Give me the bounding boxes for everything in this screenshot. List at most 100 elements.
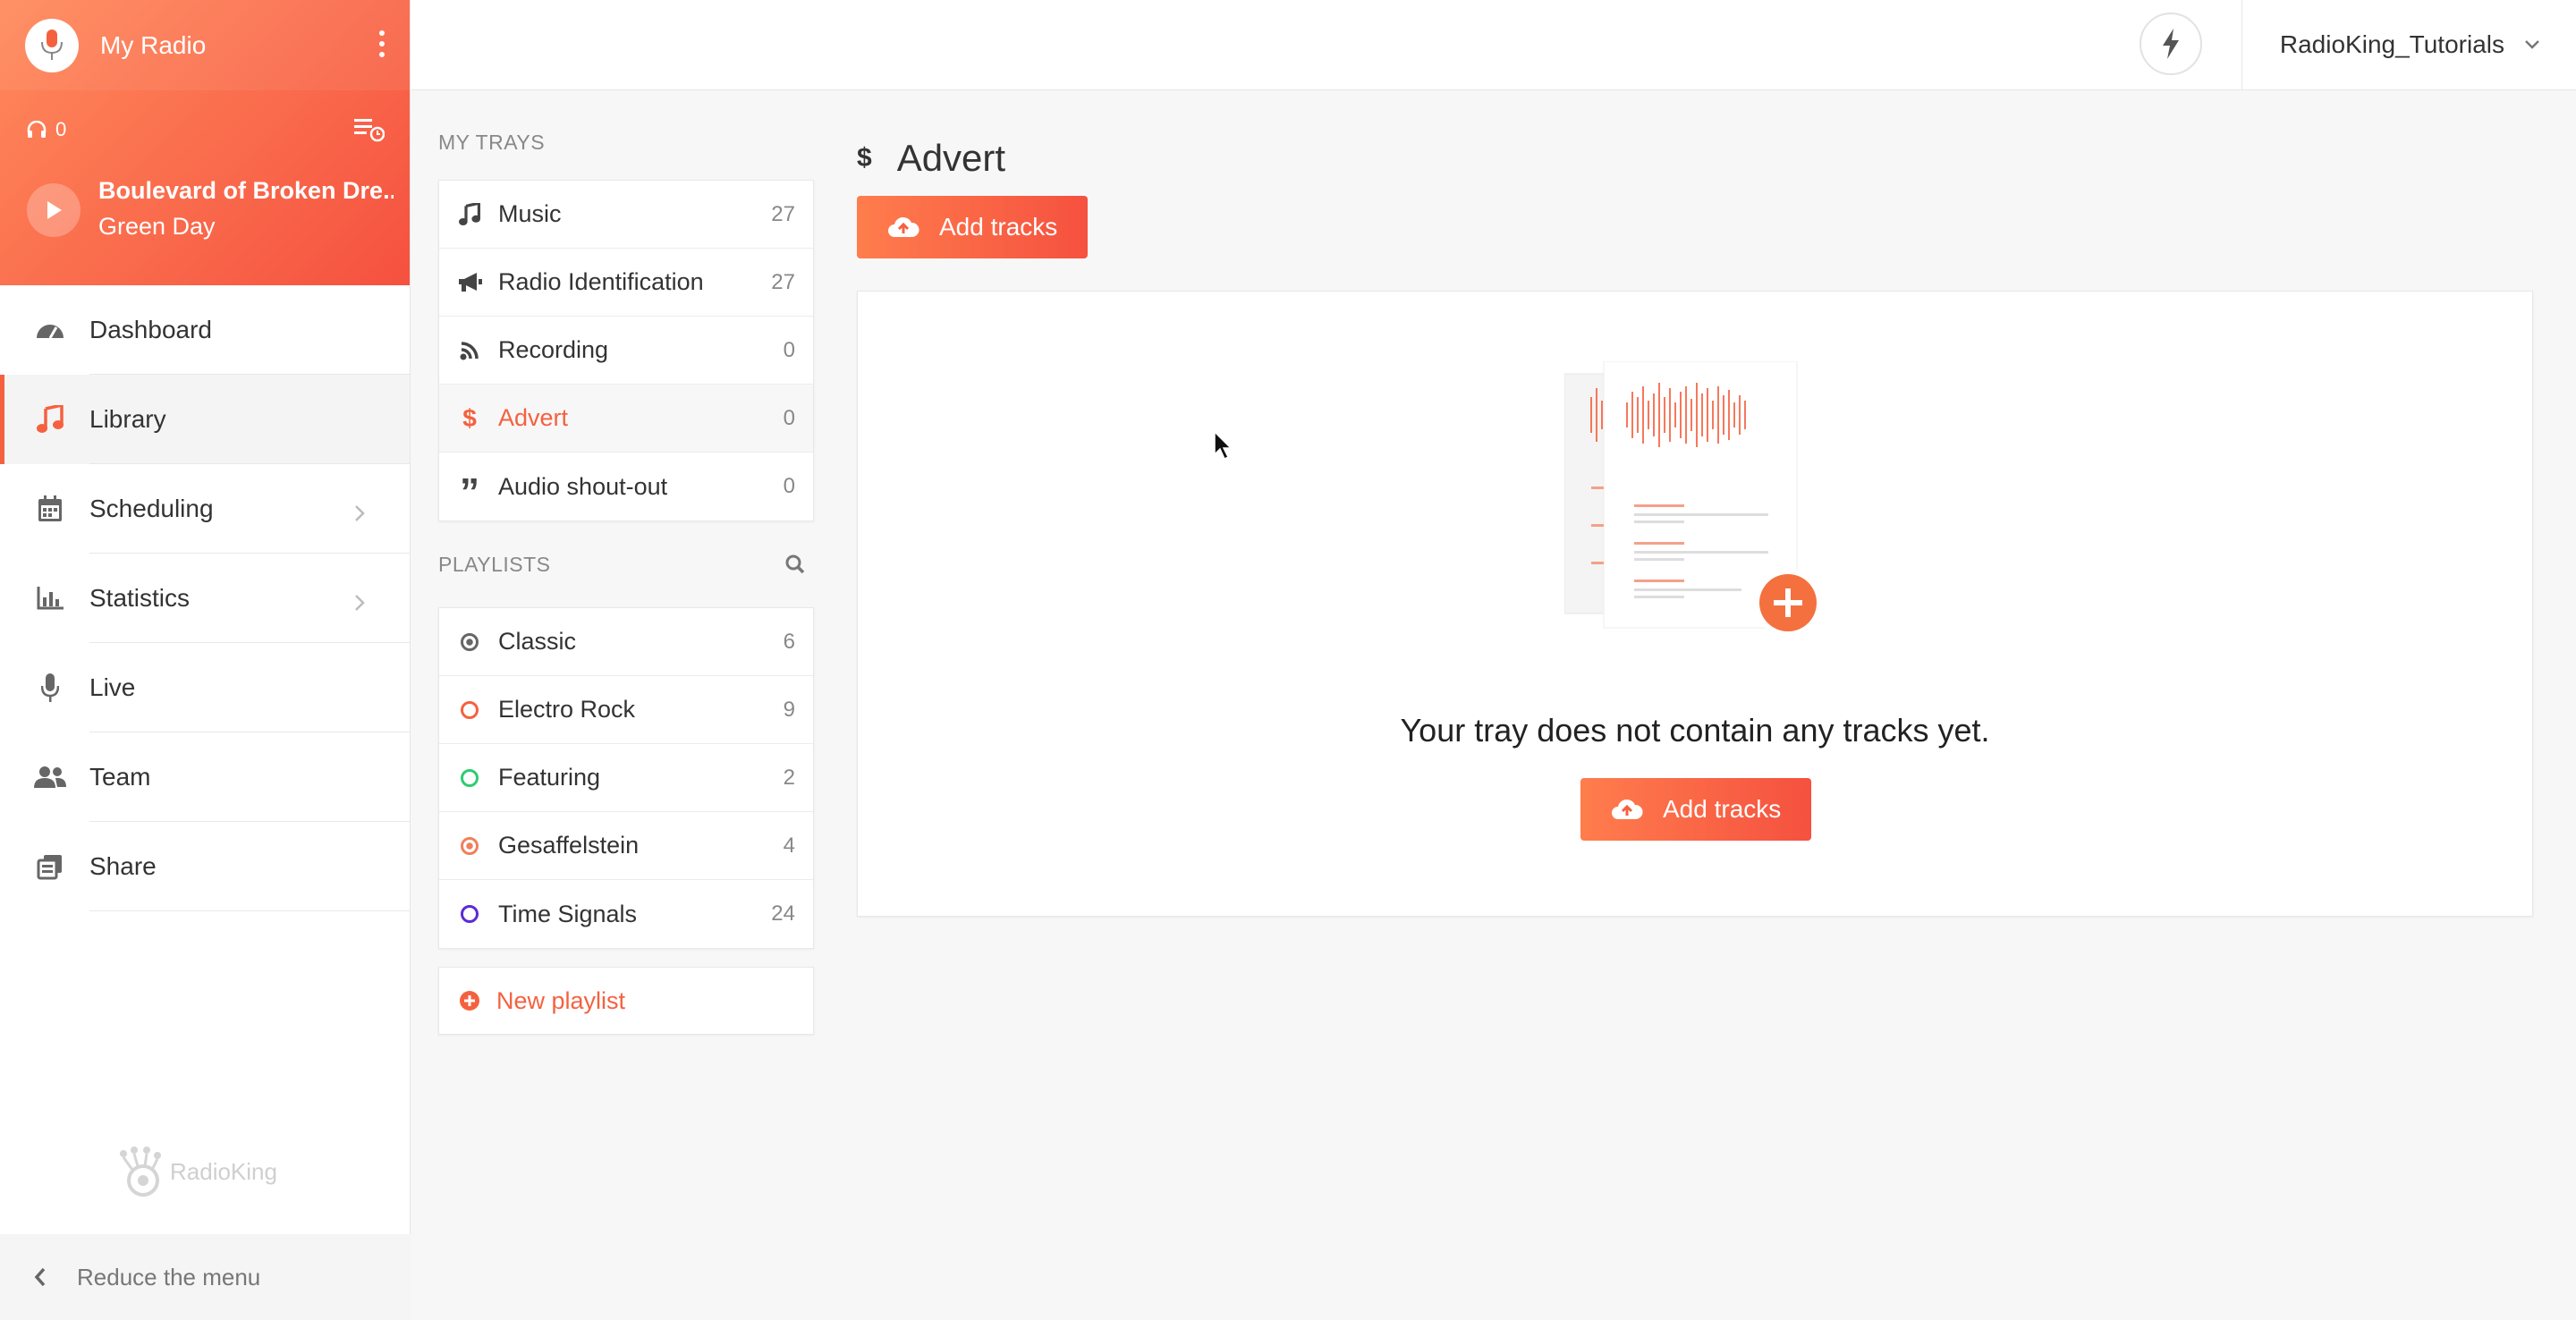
nav-label: Library (89, 405, 166, 433)
nav-label: Live (89, 673, 136, 701)
playlist-color-dot (457, 768, 482, 787)
trays-list: Music 27 Radio Identification 27 Recordi… (438, 180, 814, 521)
tray-item-advert[interactable]: $ Advert 0 (439, 385, 813, 453)
playlist-count: 2 (783, 765, 795, 790)
playlist-item-time-signals[interactable]: Time Signals 24 (439, 880, 813, 948)
playlist-label: Gesaffelstein (498, 832, 640, 859)
nav-item-dashboard[interactable]: Dashboard (0, 285, 410, 375)
mouse-cursor-icon (1214, 430, 1233, 464)
page-title: $ Advert (857, 124, 2533, 192)
reduce-menu-button[interactable]: Reduce the menu (0, 1234, 411, 1320)
add-tracks-label: Add tracks (939, 213, 1058, 241)
quick-actions-button[interactable] (2140, 13, 2202, 75)
music-note-icon (457, 202, 482, 226)
empty-state-card: Your tray does not contain any tracks ye… (857, 291, 2533, 917)
reduce-menu-label: Reduce the menu (77, 1263, 261, 1290)
empty-tray-illustration (1563, 360, 1824, 652)
nav-label: Share (89, 852, 157, 880)
chevron-down-icon (2525, 40, 2539, 49)
tray-item-audio-shout-out[interactable]: ” Audio shout-out 0 (439, 453, 813, 520)
tray-label: Music (498, 200, 562, 227)
playlists-heading-label: PLAYLISTS (438, 552, 551, 576)
top-bar: RadioKing_Tutorials (411, 0, 2576, 90)
nav-item-statistics[interactable]: Statistics (0, 554, 410, 643)
tray-count: 0 (783, 474, 795, 498)
share-icon (34, 850, 66, 883)
microphone-icon (34, 672, 66, 704)
player-panel: My Radio 0 Boulevard of Broken Dre... Gr… (0, 0, 410, 285)
account-menu[interactable]: RadioKing_Tutorials (2280, 30, 2540, 59)
empty-state-message: Your tray does not contain any tracks ye… (1400, 712, 1990, 749)
playlist-label: Featuring (498, 764, 601, 791)
trays-heading: MY TRAYS (438, 117, 814, 167)
add-tracks-button[interactable]: Add tracks (857, 196, 1089, 258)
queue-history-icon[interactable] (354, 116, 386, 148)
station-header[interactable]: My Radio (0, 0, 410, 90)
playlists-heading: PLAYLISTS (438, 539, 814, 589)
nav-item-team[interactable]: Team (0, 732, 410, 822)
headphones-icon (27, 121, 47, 138)
new-playlist-button[interactable]: New playlist (438, 967, 814, 1035)
tray-item-music[interactable]: Music 27 (439, 181, 813, 249)
tray-content: $ Advert Add tracks Your tray does not c… (857, 90, 2533, 917)
play-icon (47, 201, 62, 219)
dollar-icon: $ (462, 403, 477, 432)
nav-label: Statistics (89, 584, 191, 612)
station-avatar[interactable] (25, 18, 79, 72)
users-icon (34, 761, 66, 793)
tray-label: Recording (498, 336, 609, 363)
add-tracks-label: Add tracks (1663, 795, 1782, 823)
calendar-icon (34, 493, 66, 525)
nav-item-share[interactable]: Share (0, 822, 410, 911)
page-title-text: Advert (896, 137, 1006, 179)
nav-label: Scheduling (89, 495, 214, 522)
playlist-color-dot (457, 836, 482, 855)
radioking-logo: RadioKing (116, 1147, 277, 1197)
library-column: MY TRAYS Music 27 Radio Identification 2… (438, 90, 814, 1035)
playlist-color-dot (457, 632, 482, 651)
playlist-item-electro-rock[interactable]: Electro Rock 9 (439, 676, 813, 744)
tray-label: Audio shout-out (498, 472, 668, 500)
playlist-item-classic[interactable]: Classic 6 (439, 608, 813, 676)
playlist-item-featuring[interactable]: Featuring 2 (439, 744, 813, 812)
dashboard-icon (34, 314, 66, 346)
lightning-icon (2163, 29, 2179, 59)
search-icon[interactable] (785, 554, 805, 574)
tray-label: Advert (498, 404, 569, 431)
more-options-icon[interactable] (379, 30, 386, 57)
quote-icon: ” (460, 470, 479, 514)
sidebar: My Radio 0 Boulevard of Broken Dre... Gr… (0, 0, 411, 1320)
music-note-icon (34, 403, 66, 436)
chevron-right-icon (354, 500, 365, 529)
add-tracks-button-empty[interactable]: Add tracks (1580, 778, 1812, 841)
playlist-label: Time Signals (498, 900, 638, 927)
now-playing-title: Boulevard of Broken Dre... (98, 177, 394, 204)
tray-item-recording[interactable]: Recording 0 (439, 317, 813, 385)
playlist-count: 24 (771, 901, 795, 926)
station-name[interactable]: My Radio (100, 31, 206, 60)
cloud-upload-icon (888, 216, 919, 237)
tray-count: 0 (783, 337, 795, 362)
playlist-item-gesaffelstein[interactable]: Gesaffelstein 4 (439, 812, 813, 880)
chevron-left-icon (34, 1267, 46, 1287)
main-nav: Dashboard Library Scheduling Statistics (0, 285, 410, 911)
nav-item-scheduling[interactable]: Scheduling (0, 464, 410, 554)
nav-item-library[interactable]: Library (0, 375, 410, 464)
crown-logo-icon (120, 1147, 161, 1197)
megaphone-icon (457, 272, 482, 293)
playlist-count: 6 (783, 629, 795, 654)
tray-count: 0 (783, 405, 795, 430)
nav-item-live[interactable]: Live (0, 643, 410, 732)
play-button[interactable] (27, 183, 80, 237)
account-name: RadioKing_Tutorials (2279, 30, 2504, 58)
playlist-label: Electro Rock (498, 696, 636, 723)
now-playing-artist: Green Day (98, 213, 216, 240)
tray-count: 27 (771, 269, 795, 294)
cloud-upload-icon (1612, 799, 1643, 819)
plus-circle-icon (460, 991, 479, 1011)
new-playlist-label: New playlist (496, 986, 626, 1014)
nav-label: Dashboard (89, 316, 212, 343)
playlist-count: 9 (783, 697, 795, 722)
tray-item-radio-identification[interactable]: Radio Identification 27 (439, 249, 813, 317)
listeners-value: 0 (55, 118, 67, 140)
